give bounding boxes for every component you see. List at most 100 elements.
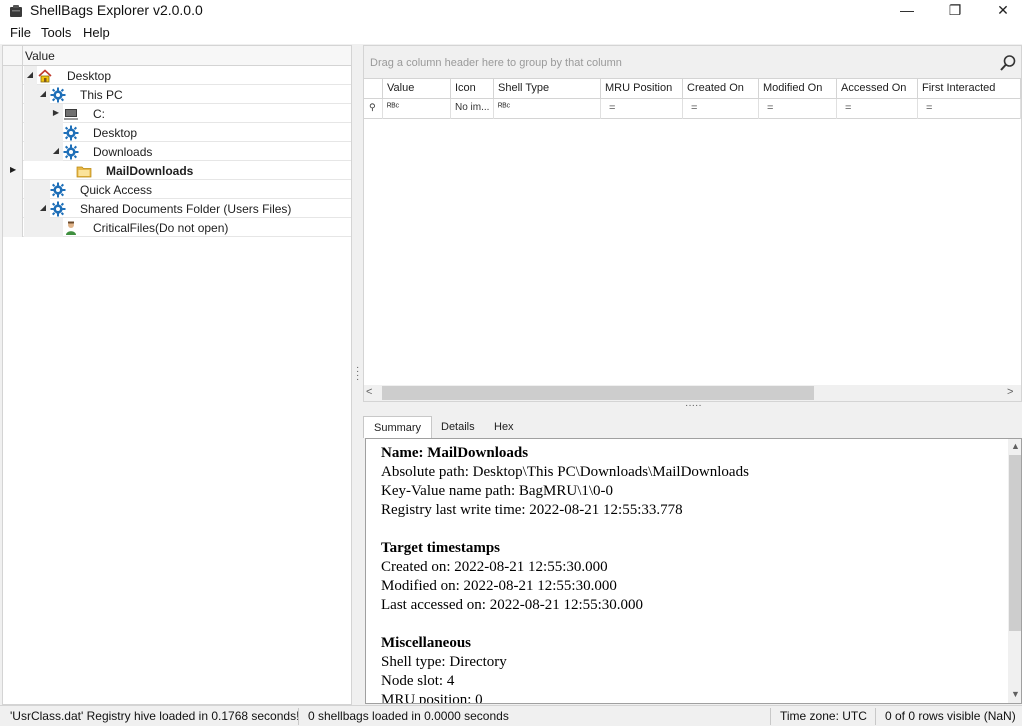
tree-item[interactable]: ▶ C: (3, 104, 351, 123)
home-icon (37, 68, 53, 84)
tree-item[interactable]: Quick Access (3, 180, 351, 199)
minimize-button[interactable]: — (884, 0, 930, 22)
tree-item[interactable]: ◢ This PC (3, 85, 351, 104)
horizontal-scrollbar[interactable]: < > (364, 385, 1021, 401)
summary-node-slot: Node slot: 4 (381, 673, 455, 689)
tree-row-gutter[interactable] (3, 104, 23, 123)
vertical-scrollbar[interactable]: ▲ ▼ (1008, 439, 1021, 703)
status-hive-loaded: 'UsrClass.dat' Registry hive loaded in 0… (10, 709, 300, 723)
filter-cell-mru-position[interactable]: = (601, 99, 683, 119)
close-button[interactable]: ✕ (980, 0, 1022, 22)
column-header-shell-type[interactable]: Shell Type (494, 79, 601, 99)
status-separator (875, 708, 876, 725)
tab-details[interactable]: Details (431, 416, 485, 438)
tree-expander-empty (51, 222, 61, 232)
filter-row: ⚲ ᴿᴮᶜ No im... ᴿᴮᶜ = = = = = (364, 99, 1021, 119)
tree-item[interactable]: ◢ Desktop (3, 66, 351, 85)
filter-pin-icon[interactable]: ⚲ (364, 99, 383, 119)
column-header-icon[interactable]: Icon (451, 79, 494, 99)
vertical-splitter-grip[interactable]: · · · · (356, 363, 359, 385)
column-header-accessed-on[interactable]: Accessed On (837, 79, 918, 99)
tree-expander-icon[interactable]: ◢ (25, 70, 35, 80)
menu-file[interactable]: File (10, 25, 31, 40)
summary-modified-on: Modified on: 2022-08-21 12:55:30.000 (381, 578, 617, 594)
column-header-first-interacted[interactable]: First Interacted (918, 79, 1021, 99)
tree-row-gutter[interactable] (3, 180, 23, 199)
scroll-left-arrow[interactable]: < (366, 386, 378, 398)
horizontal-splitter-grip[interactable]: ····· (685, 400, 702, 411)
tree-row-gutter[interactable] (3, 85, 23, 104)
scroll-up-arrow[interactable]: ▲ (1011, 441, 1020, 451)
tree-item-label: Quick Access (80, 183, 153, 197)
tree-header: Value (3, 46, 351, 66)
summary-accessed-on: Last accessed on: 2022-08-21 12:55:30.00… (381, 597, 644, 613)
tab-summary[interactable]: Summary (363, 416, 433, 438)
tree-row-gutter[interactable] (3, 66, 23, 85)
maximize-button[interactable]: ❐ (932, 0, 978, 22)
filter-cell-modified-on[interactable]: = (759, 99, 837, 119)
tree-item[interactable]: ▶ MailDownloads (3, 161, 351, 180)
menu-help[interactable]: Help (83, 25, 110, 40)
summary-created-on: Created on: 2022-08-21 12:55:30.000 (381, 559, 608, 575)
filter-cell-accessed-on[interactable]: = (837, 99, 918, 119)
gear-icon (50, 87, 66, 103)
horizontal-scroll-thumb[interactable] (382, 386, 814, 400)
scroll-down-arrow[interactable]: ▼ (1011, 689, 1020, 699)
scroll-right-arrow[interactable]: > (1007, 386, 1019, 398)
group-by-hint: Drag a column header here to group by th… (370, 57, 622, 69)
tree-item[interactable]: Desktop (3, 123, 351, 142)
tree-expander-icon[interactable]: ◢ (38, 89, 48, 99)
summary-content: Name: MailDownloads Absolute path: Deskt… (381, 444, 1001, 703)
filter-cell-icon[interactable]: No im... (451, 99, 494, 119)
tab-hex[interactable]: Hex (484, 416, 524, 438)
summary-absolute-path: Absolute path: Desktop\This PC\Downloads… (381, 464, 749, 480)
filter-cell-value[interactable]: ᴿᴮᶜ (383, 99, 451, 119)
folder-icon (76, 163, 92, 179)
tree-expander-icon[interactable]: ▶ (51, 108, 61, 118)
column-header-created-on[interactable]: Created On (683, 79, 759, 99)
vertical-scroll-thumb[interactable] (1009, 455, 1021, 631)
tree-row-gutter[interactable] (3, 142, 23, 161)
tree-row-gutter[interactable] (3, 123, 23, 142)
tree-header-value[interactable]: Value (25, 49, 55, 63)
gear-icon (50, 201, 66, 217)
gear-icon (63, 125, 79, 141)
tree-item-label: Downloads (93, 145, 153, 159)
tree-item-label: Desktop (93, 126, 138, 140)
menu-tools[interactable]: Tools (41, 25, 71, 40)
filter-cell-created-on[interactable]: = (683, 99, 759, 119)
app-logo-icon (10, 5, 22, 17)
menu-bar: File Tools Help (0, 22, 1022, 44)
grid-header-gutter (364, 79, 383, 99)
tree-item[interactable]: ◢ Downloads (3, 142, 351, 161)
filter-cell-first-interacted[interactable]: = (918, 99, 1021, 119)
tree-item-label: This PC (80, 88, 123, 102)
tree-row-gutter[interactable]: ▶ (3, 161, 23, 180)
tree-item[interactable]: CriticalFiles(Do not open) (3, 218, 351, 237)
summary-shell-type: Shell type: Directory (381, 654, 507, 670)
column-header-modified-on[interactable]: Modified On (759, 79, 837, 99)
shellbag-grid: Drag a column header here to group by th… (363, 45, 1022, 402)
grid-header: Value Icon Shell Type MRU Position Created O… (364, 79, 1021, 99)
group-by-panel[interactable]: Drag a column header here to group by th… (364, 46, 1021, 79)
drive-icon (63, 106, 79, 122)
tree-expander-empty (38, 184, 48, 194)
tree-row-gutter[interactable] (3, 218, 23, 237)
tree-expander-icon[interactable]: ◢ (38, 203, 48, 213)
title-bar: ShellBags Explorer v2.0.0.0 — ❐ ✕ (0, 0, 1022, 22)
status-rows-visible: 0 of 0 rows visible (NaN) (885, 709, 1016, 723)
tree-item-label: Desktop (67, 69, 112, 83)
status-separator (770, 708, 771, 725)
tree-item-label: CriticalFiles(Do not open) (93, 221, 229, 235)
tree-row-gutter[interactable] (3, 199, 23, 218)
gear-icon (63, 144, 79, 160)
column-header-mru-position[interactable]: MRU Position (601, 79, 683, 99)
tree-item[interactable]: ◢ Shared Documents Folder (Users Files) (3, 199, 351, 218)
column-header-value[interactable]: Value (383, 79, 451, 99)
tree-expander-icon[interactable]: ◢ (51, 146, 61, 156)
status-bar: 'UsrClass.dat' Registry hive loaded in 0… (0, 705, 1022, 726)
search-icon[interactable] (999, 54, 1017, 72)
summary-target-heading: Target timestamps (381, 540, 501, 556)
filter-cell-shell-type[interactable]: ᴿᴮᶜ (494, 99, 601, 119)
user-icon (63, 220, 79, 236)
